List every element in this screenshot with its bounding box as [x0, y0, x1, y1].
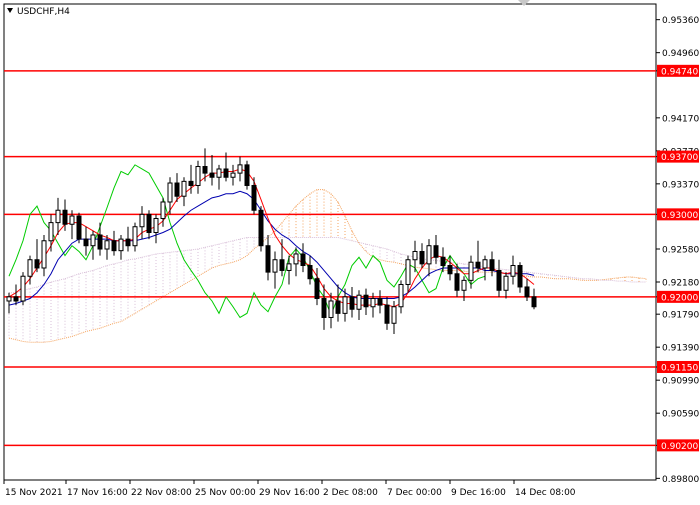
candle [258, 206, 264, 252]
symbol-label: USDCHF,H4 [17, 7, 70, 17]
y-tick-label: 0.92580 [662, 246, 699, 256]
y-tick-label: 0.94170 [662, 114, 699, 124]
x-tick-label: 25 Nov 00:00 [195, 488, 256, 498]
time-axis[interactable]: 15 Nov 2021 17 Nov 16:00 22 Nov 08:00 25 No… [3, 480, 576, 498]
y-tick-label: 0.92180 [662, 279, 699, 289]
y-tick-label: 0.91390 [662, 344, 699, 354]
y-tick-label: 0.94960 [662, 49, 699, 59]
x-tick-label: 14 Dec 08:00 [515, 488, 576, 498]
chart-header: USDCHF,H4 [7, 7, 70, 17]
y-tick-label: 0.90990 [662, 377, 699, 387]
x-tick-label: 7 Dec 00:00 [387, 488, 442, 498]
shift-marker-icon[interactable] [518, 0, 530, 6]
x-tick-label: 9 Dec 16:00 [451, 488, 506, 498]
y-tick-label: 0.89800 [662, 475, 699, 485]
level-label: 0.90200 [661, 442, 698, 452]
x-tick-label: 2 Dec 08:00 [323, 488, 378, 498]
x-tick-label: 22 Nov 08:00 [131, 488, 192, 498]
y-tick-label: 0.95360 [662, 16, 699, 26]
price-chart[interactable]: 0.953600.949600.947400.941700.937700.937… [0, 0, 700, 501]
x-tick-label: 29 Nov 16:00 [259, 488, 320, 498]
level-label: 0.93700 [661, 153, 698, 163]
x-tick-label: 17 Nov 16:00 [67, 488, 128, 498]
level-label: 0.91150 [661, 363, 698, 373]
candle [20, 272, 26, 306]
chart-window[interactable]: 0.953600.949600.947400.941700.937700.937… [0, 0, 700, 501]
level-label: 0.94740 [661, 67, 698, 77]
y-tick-label: 0.90590 [662, 410, 699, 420]
y-tick-label: 0.91790 [662, 311, 699, 321]
candle [244, 160, 250, 190]
level-label: 0.92000 [661, 293, 698, 303]
candle [76, 212, 82, 244]
x-tick-label: 15 Nov 2021 [5, 488, 63, 498]
level-label: 0.93000 [661, 211, 698, 221]
price-axis[interactable]: 0.953600.949600.947400.941700.937700.937… [656, 16, 699, 485]
y-tick-label: 0.93370 [662, 180, 699, 190]
